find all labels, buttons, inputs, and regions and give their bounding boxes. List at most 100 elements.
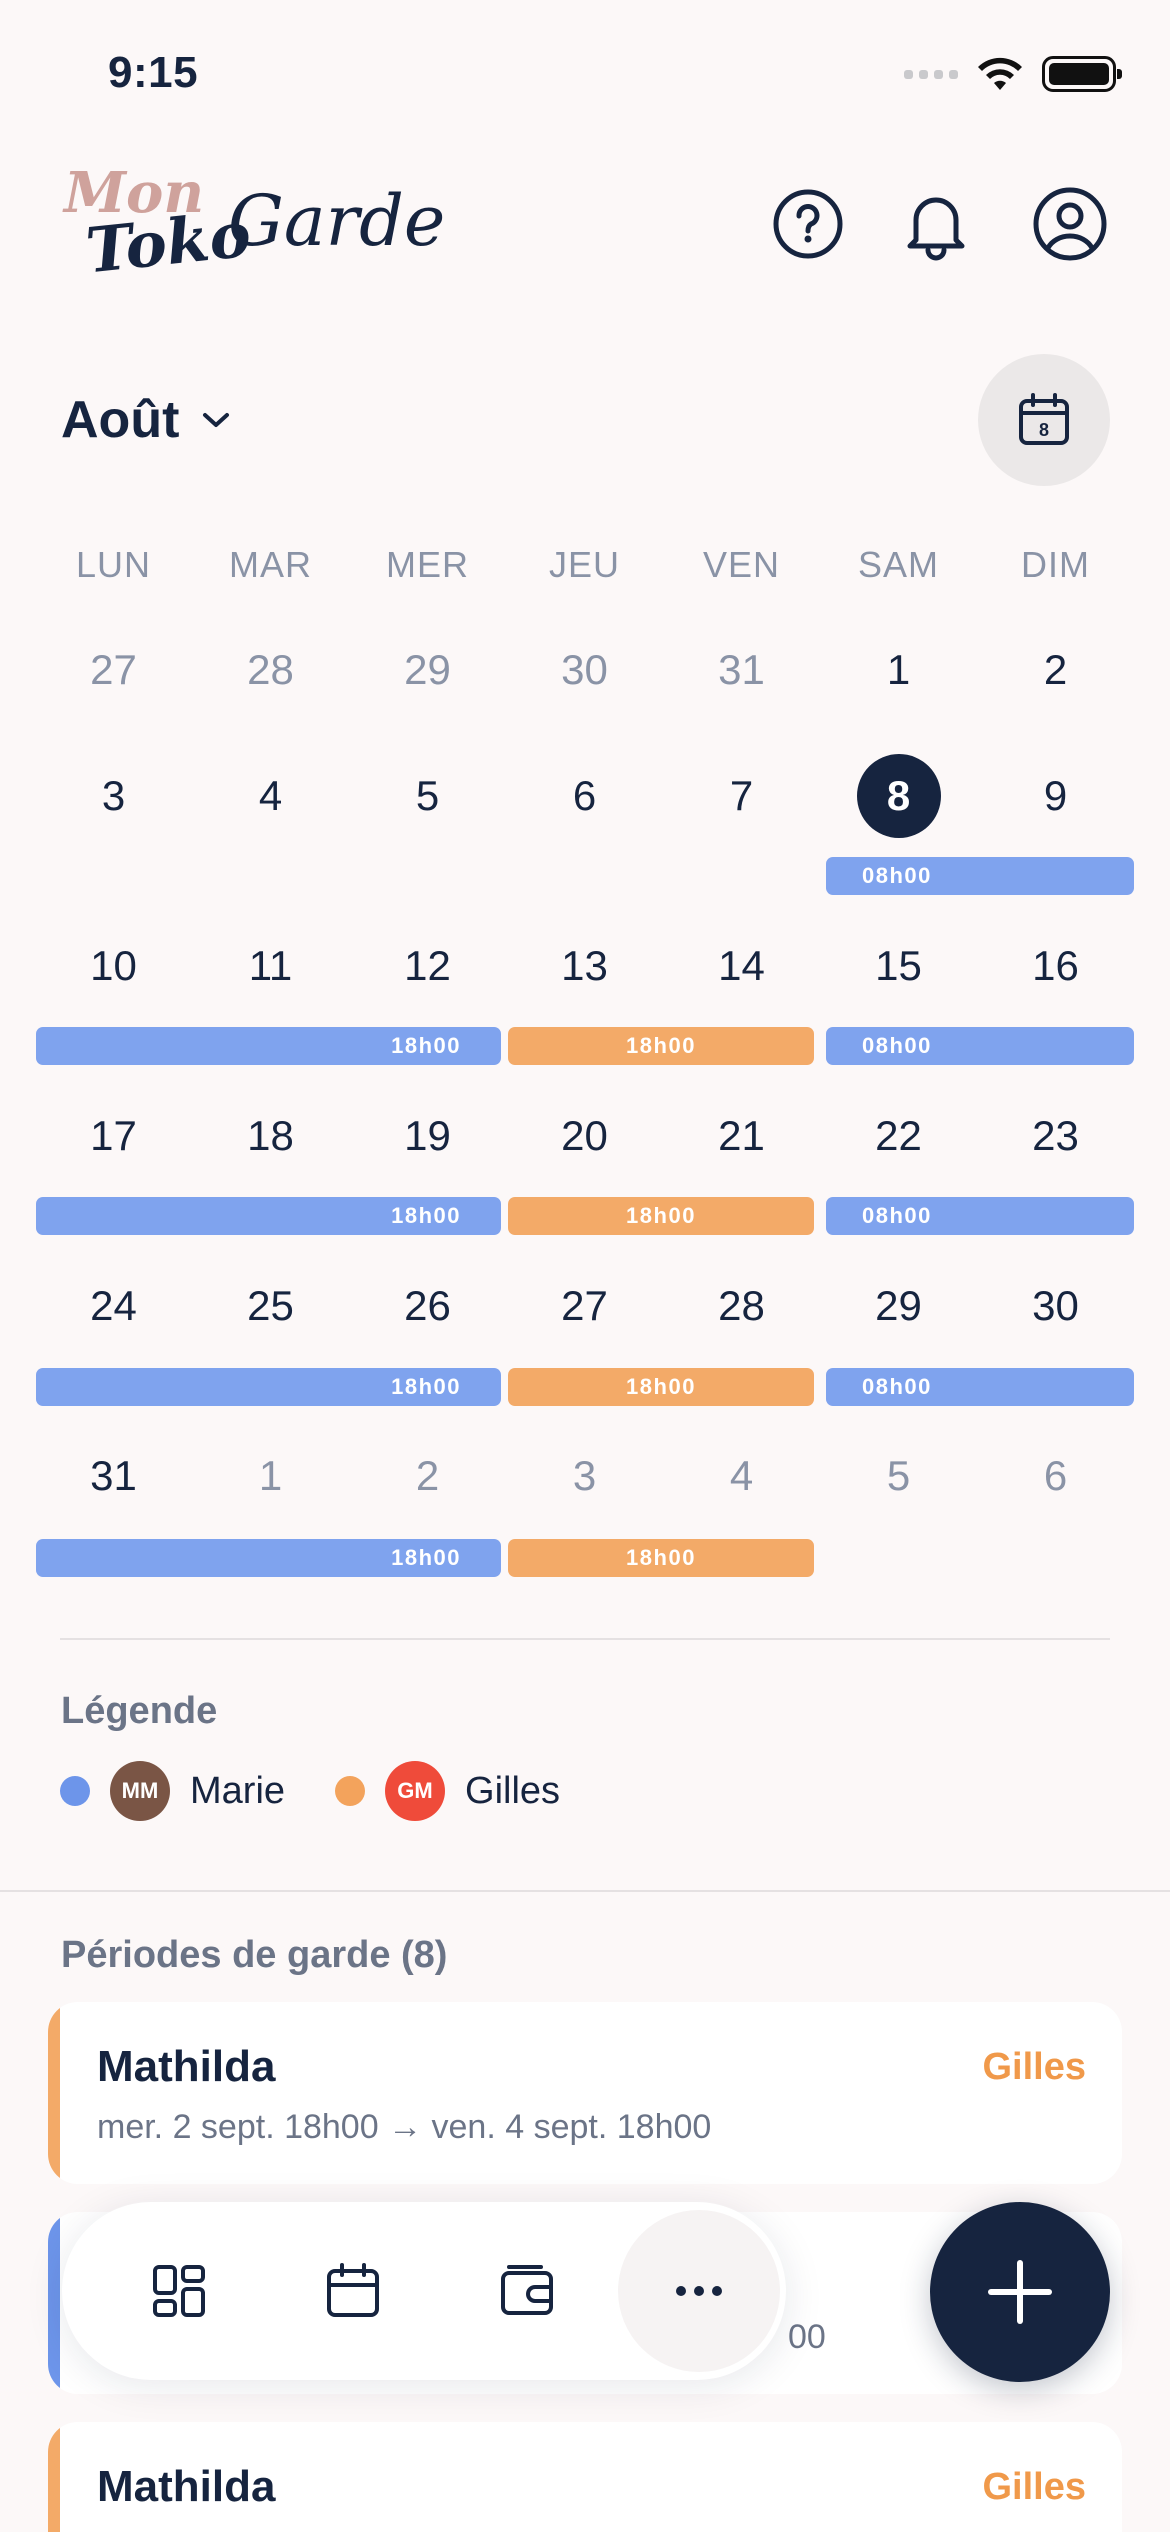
calendar-day[interactable]: 29 — [349, 646, 506, 694]
calendar-day[interactable]: 13 — [506, 942, 663, 990]
calendar-day[interactable]: 14 — [663, 942, 820, 990]
weekday-label: VEN — [702, 544, 781, 585]
custody-bar-gilles[interactable]: 18h00 — [508, 1368, 814, 1406]
calendar-day[interactable]: 26 — [349, 1282, 506, 1330]
notifications-button[interactable] — [898, 186, 974, 262]
dashboard-icon — [153, 2265, 205, 2317]
today-button[interactable]: 8 — [978, 354, 1110, 486]
month-label: Août — [61, 391, 180, 449]
period-range: mer. 2 sept. 18h00 → ven. 4 sept. 18h00 — [97, 2108, 712, 2146]
calendar-day[interactable]: 20 — [506, 1112, 663, 1160]
calendar-day[interactable]: 30 — [506, 646, 663, 694]
help-button[interactable] — [770, 186, 846, 262]
calendar-day[interactable]: 30 — [977, 1282, 1134, 1330]
legend-name-gilles: Gilles — [465, 1769, 561, 1812]
period-card-stripe — [48, 2002, 60, 2184]
custody-bar-marie[interactable]: 18h00 — [36, 1539, 501, 1577]
calendar-day[interactable]: 2 — [977, 646, 1134, 694]
calendar-day[interactable]: 31 — [663, 646, 820, 694]
custody-bar-gilles[interactable]: 18h00 — [508, 1197, 814, 1235]
calendar-day[interactable]: 3 — [35, 772, 192, 820]
calendar-today-number: 8 — [1039, 420, 1049, 440]
period-card-stripe — [48, 2212, 60, 2394]
status-time: 9:15 — [108, 48, 199, 97]
period-card[interactable]: Mathilda Gilles — [48, 2422, 1122, 2532]
battery-icon — [1042, 56, 1122, 92]
custody-bar-marie[interactable]: 08h00 — [826, 1368, 1134, 1406]
calendar-day[interactable]: 12 — [349, 942, 506, 990]
divider — [60, 1638, 1110, 1640]
legend-title: Légende — [61, 1690, 218, 1732]
calendar-day[interactable]: 7 — [663, 772, 820, 820]
calendar-day[interactable]: 5 — [820, 1452, 977, 1500]
calendar-day[interactable]: 25 — [192, 1282, 349, 1330]
plus-icon — [988, 2260, 1052, 2324]
calendar-day-today[interactable]: 8 — [820, 754, 977, 838]
weekday-label: SAM — [857, 544, 939, 585]
period-card[interactable]: Mathilda Gilles mer. 2 sept. 18h00 → ven… — [48, 2002, 1122, 2184]
calendar-day[interactable]: 16 — [977, 942, 1134, 990]
app-logo: Mon Toko Garde — [58, 160, 445, 290]
legend: MM Marie GM Gilles — [60, 1760, 610, 1822]
month-selector[interactable]: Août — [61, 390, 231, 450]
calendar-day[interactable]: 17 — [35, 1112, 192, 1160]
custody-bar-gilles[interactable]: 18h00 — [508, 1539, 814, 1577]
custody-bar-gilles[interactable]: 18h00 — [508, 1027, 814, 1065]
calendar-day[interactable]: 23 — [977, 1112, 1134, 1160]
custody-bar-marie[interactable]: 18h00 — [36, 1197, 501, 1235]
nav-calendar[interactable] — [308, 2246, 398, 2336]
profile-button[interactable] — [1032, 186, 1108, 262]
legend-dot-gilles — [335, 1776, 366, 1806]
help-icon — [773, 189, 843, 259]
calendar-day[interactable]: 6 — [977, 1452, 1134, 1500]
legend-dot-marie — [60, 1776, 90, 1806]
more-icon — [676, 2286, 722, 2296]
cellular-signal-icon — [904, 69, 958, 79]
calendar-day[interactable]: 4 — [192, 772, 349, 820]
calendar-day[interactable]: 28 — [663, 1282, 820, 1330]
section-divider — [0, 1890, 1170, 1892]
calendar-day[interactable]: 2 — [349, 1452, 506, 1500]
weekday-label: LUN — [75, 544, 152, 585]
calendar-day[interactable]: 27 — [35, 646, 192, 694]
calendar-day[interactable]: 31 — [35, 1452, 192, 1500]
custody-bar-marie[interactable]: 18h00 — [36, 1027, 501, 1065]
calendar-day[interactable]: 19 — [349, 1112, 506, 1160]
period-owner: Gilles — [982, 2046, 1087, 2088]
nav-more-button[interactable] — [618, 2210, 780, 2372]
calendar-day[interactable]: 10 — [35, 942, 192, 990]
avatar-gilles: GM — [385, 1761, 446, 1821]
profile-icon — [1033, 187, 1107, 261]
chevron-down-icon — [203, 413, 230, 427]
period-child: Mathilda — [97, 2042, 276, 2091]
custody-bar-marie[interactable]: 08h00 — [826, 1197, 1134, 1235]
period-owner: Gilles — [982, 2466, 1087, 2508]
wallet-icon — [501, 2265, 553, 2315]
custody-bar-marie[interactable]: 18h00 — [36, 1368, 501, 1406]
calendar-day[interactable]: 28 — [192, 646, 349, 694]
calendar-day[interactable]: 29 — [820, 1282, 977, 1330]
calendar-day[interactable]: 11 — [192, 942, 349, 990]
nav-dashboard[interactable] — [134, 2246, 224, 2336]
wifi-icon — [978, 57, 1022, 90]
calendar-day[interactable]: 22 — [820, 1112, 977, 1160]
calendar-day[interactable]: 1 — [820, 646, 977, 694]
calendar-day[interactable]: 4 — [663, 1452, 820, 1500]
calendar-day[interactable]: 27 — [506, 1282, 663, 1330]
calendar-day[interactable]: 5 — [349, 772, 506, 820]
status-icons — [904, 50, 1122, 98]
add-period-button[interactable] — [930, 2202, 1110, 2382]
calendar-day[interactable]: 24 — [35, 1282, 192, 1330]
calendar-day[interactable]: 1 — [192, 1452, 349, 1500]
calendar-day[interactable]: 18 — [192, 1112, 349, 1160]
calendar-day[interactable]: 3 — [506, 1452, 663, 1500]
calendar-day[interactable]: 9 — [977, 772, 1134, 820]
calendar-day[interactable]: 6 — [506, 772, 663, 820]
custody-bar-marie[interactable]: 08h00 — [826, 857, 1134, 895]
periods-title: Périodes de garde (8) — [61, 1934, 448, 1976]
calendar-day[interactable]: 15 — [820, 942, 977, 990]
period-range: 00 — [788, 2318, 826, 2356]
nav-wallet[interactable] — [482, 2246, 572, 2336]
calendar-day[interactable]: 21 — [663, 1112, 820, 1160]
custody-bar-marie[interactable]: 08h00 — [826, 1027, 1134, 1065]
